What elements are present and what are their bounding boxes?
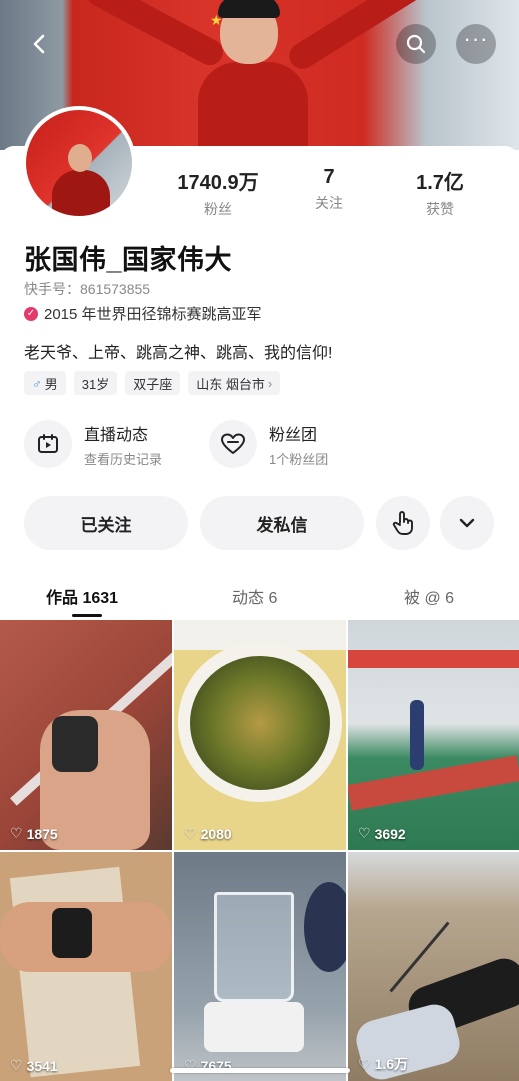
more-dots-icon: ··· [463, 26, 489, 51]
tag-zodiac: 双子座 [125, 371, 181, 395]
tab-works[interactable]: 作品 1631 [46, 584, 118, 608]
works-grid: ♡ 1875 ♡ 2080 ♡ 3692 ♡ 3541 ♡ 7675 ♡ 1.6… [0, 620, 519, 1081]
male-icon: ♂ [32, 375, 42, 391]
calendar-play-icon [24, 420, 72, 468]
tag-row: ♂ 男 31岁 双子座 山东 烟台市 › [24, 371, 281, 395]
chevron-right-icon: › [267, 375, 273, 391]
feature-subtitle: 1个粉丝团 [269, 451, 329, 467]
stats-row: 1740.9万 粉丝 7 关注 1.7亿 获赞 [0, 166, 519, 219]
expand-button[interactable] [440, 496, 494, 550]
profile-name: 张国伟_国家伟大 [24, 245, 233, 275]
likes-count: ♡ 3692 [358, 825, 406, 842]
tab-moments[interactable]: 动态 6 [232, 584, 277, 608]
watch-icon [52, 908, 92, 958]
feature-title: 粉丝团 [269, 426, 318, 444]
chevron-left-icon [33, 34, 45, 54]
chevron-down-icon [459, 518, 475, 528]
stat-likes[interactable]: 1.7亿 获赞 [380, 166, 500, 219]
heart-outline-icon: ♡ [184, 825, 197, 841]
more-button[interactable]: ··· [456, 24, 496, 64]
bio: 老天爷、上帝、跳高之神、跳高、我的信仰! [24, 345, 333, 362]
search-button[interactable] [396, 24, 436, 64]
beaker-icon [214, 892, 294, 1002]
heart-outline-icon: ♡ [10, 1057, 23, 1073]
search-icon [406, 34, 426, 54]
kuaishou-id[interactable]: 快手号：861573855 [24, 279, 150, 299]
followed-button[interactable]: 已关注 [24, 496, 188, 550]
tag-label: 双子座 [133, 376, 173, 392]
heart-outline-icon: ♡ [358, 825, 371, 841]
grid-item[interactable]: ♡ 1.6万 [348, 852, 519, 1081]
stat-label: 粉丝 [204, 201, 232, 217]
likes-count: ♡ 1875 [10, 825, 58, 842]
certification-text: 2015 年世界田径锦标赛跳高亚军 [44, 306, 262, 323]
active-tab-indicator [72, 614, 102, 617]
heart-outline-icon: ♡ [358, 1055, 371, 1072]
heart-icon [209, 420, 257, 468]
tag-label: 山东 烟台市 [196, 376, 265, 392]
grid-item[interactable]: ♡ 2080 [174, 620, 346, 850]
athlete-figure [410, 700, 424, 770]
grid-item[interactable]: ♡ 3541 [0, 852, 172, 1081]
feature-subtitle: 查看历史记录 [84, 451, 163, 467]
grid-item[interactable]: ♡ 1875 [0, 620, 172, 850]
heart-outline-icon: ♡ [10, 825, 23, 841]
stat-fans[interactable]: 1740.9万 粉丝 [158, 166, 278, 219]
grid-item[interactable]: ♡ 7675 [174, 852, 346, 1081]
stopwatch-icon [52, 716, 98, 772]
feature-title: 直播动态 [84, 426, 149, 444]
tag-label: 男 [44, 376, 58, 392]
hand-pointer-icon [392, 511, 413, 535]
stat-value: 7 [323, 166, 335, 188]
likes-count: ♡ 2080 [184, 825, 232, 842]
stat-following[interactable]: 7 关注 [269, 166, 389, 213]
certification: ✓ 2015 年世界田径锦标赛跳高亚军 [24, 303, 262, 324]
stat-value: 1.7亿 [416, 172, 464, 194]
back-button[interactable] [20, 24, 60, 64]
grid-item[interactable]: ♡ 3692 [348, 620, 519, 850]
verified-icon: ✓ [24, 306, 38, 321]
stat-label: 获赞 [426, 201, 454, 217]
stat-label: 关注 [315, 195, 343, 211]
stat-value: 1740.9万 [177, 172, 259, 194]
home-indicator [170, 1068, 350, 1073]
tag-location[interactable]: 山东 烟台市 › [188, 371, 281, 395]
soup-bowl-icon [190, 656, 330, 790]
banner-person [82, 0, 426, 150]
likes-count: ♡ 1.6万 [358, 1055, 409, 1073]
tag-label: 31岁 [81, 376, 110, 392]
content-tabs: 作品 1631 动态 6 被 @ 6 [0, 584, 519, 620]
fan-club[interactable]: 粉丝团 1个粉丝团 [209, 420, 328, 468]
tag-age: 31岁 [73, 371, 118, 395]
message-button[interactable]: 发私信 [200, 496, 364, 550]
live-history[interactable]: 直播动态 查看历史记录 [24, 420, 162, 468]
poke-button[interactable] [376, 496, 430, 550]
tag-gender: ♂ 男 [24, 371, 66, 395]
likes-count: ♡ 3541 [10, 1057, 58, 1074]
tab-mentions[interactable]: 被 @ 6 [404, 584, 454, 608]
